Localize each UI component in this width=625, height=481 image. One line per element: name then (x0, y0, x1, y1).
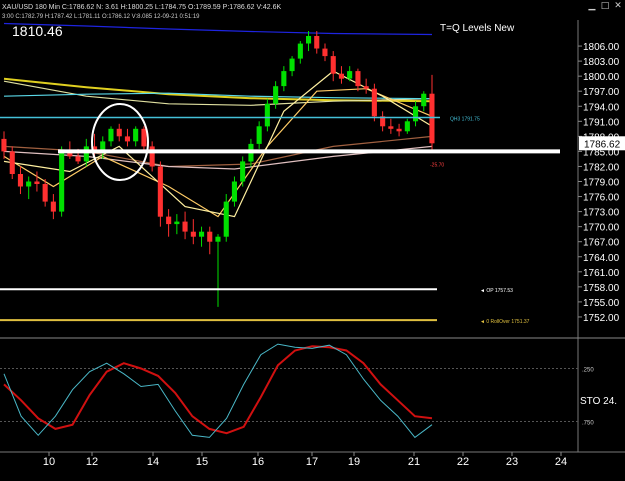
candle-body (50, 201, 56, 212)
candle-body (157, 166, 163, 217)
price-tick-label: 1755.00 (583, 298, 620, 309)
candle-body (75, 156, 81, 162)
price-tick-label: 1794.00 (583, 102, 620, 113)
candle-body (141, 128, 147, 147)
price-tick-label: 1800.00 (583, 72, 620, 83)
candle-body (231, 181, 237, 202)
candle-body (59, 151, 65, 212)
candle-body (215, 236, 221, 242)
price-tick-label: 1758.00 (583, 283, 620, 294)
study-title: T=Q Levels New (440, 23, 515, 34)
candle-body (199, 231, 205, 237)
time-tick-label: 21 (408, 456, 420, 468)
candle-body (116, 128, 122, 137)
level-label: ◄ OP 1757.53 (480, 288, 513, 294)
price-tick-label: 1779.00 (583, 178, 620, 189)
price-tick-label: 1806.00 (583, 42, 620, 53)
price-tick-label: 1797.00 (583, 87, 620, 98)
price-tick-label: 1767.00 (583, 238, 620, 249)
candle-body (355, 71, 361, 87)
close-icon[interactable]: ✕ (612, 0, 624, 12)
level-label: ◄ 0 RollOver 1751.37 (480, 319, 530, 325)
candle-body (281, 71, 287, 87)
candle-body (322, 48, 328, 57)
price-tick-label: 1770.00 (583, 223, 620, 234)
candle-body (363, 86, 369, 89)
candle-body (338, 73, 344, 79)
candle-body (42, 184, 48, 202)
time-tick-label: 23 (506, 456, 518, 468)
candle-body (108, 128, 114, 142)
candle-body (83, 146, 89, 162)
candle-body (174, 221, 180, 225)
maximize-icon[interactable]: □ (599, 0, 611, 12)
stochastic-tick-label: .750 (582, 421, 594, 427)
candle-body (330, 56, 336, 74)
annotation-label: -25.70 (430, 162, 444, 168)
candle-body (404, 121, 410, 132)
time-tick-label: 22 (457, 456, 469, 468)
price-tick-label: 1764.00 (583, 253, 620, 264)
price-tick-label: 1773.00 (583, 208, 620, 219)
price-tick-label: 1761.00 (583, 268, 620, 279)
candle-body (9, 151, 15, 174)
candle-body (124, 136, 130, 142)
time-tick-label: 10 (43, 456, 55, 468)
candle-body (223, 201, 229, 237)
price-tick-label: 1782.00 (583, 162, 620, 173)
level-label: QH3 1791.75 (450, 117, 480, 123)
candle-body (306, 36, 312, 44)
time-tick-label: 16 (252, 456, 264, 468)
candle-body (207, 231, 213, 242)
candle-body (289, 58, 295, 72)
candle-body (133, 128, 139, 142)
time-tick-label: 17 (306, 456, 318, 468)
price-tick-label: 1776.00 (583, 193, 620, 204)
candle-body (17, 174, 23, 187)
price-tick-label: 1791.00 (583, 117, 620, 128)
candle-body (429, 93, 435, 144)
time-tick-label: 15 (196, 456, 208, 468)
chart-background (0, 0, 625, 481)
candle-body (413, 106, 419, 122)
time-tick-label: 24 (555, 456, 567, 468)
stochastic-tick-label: .250 (582, 368, 594, 374)
candle-body (273, 86, 279, 104)
header-line-2: 3:00 C:1782.79 H:1787.42 L:1781.11 O:178… (2, 14, 200, 20)
last-price-label: 1786.62 (584, 139, 621, 150)
stochastic-value-label: STO 24. (580, 396, 617, 407)
candle-body (34, 181, 40, 184)
time-tick-label: 14 (147, 456, 159, 468)
candle-body (297, 43, 303, 59)
candle-body (166, 216, 172, 225)
candle-body (26, 181, 32, 187)
price-tick-label: 1752.00 (583, 313, 620, 324)
candle-body (314, 36, 320, 49)
candle-body (182, 221, 188, 232)
candle-body (388, 126, 394, 129)
minimize-icon[interactable]: ▁ (586, 0, 598, 12)
time-tick-label: 19 (348, 456, 360, 468)
time-tick-label: 12 (86, 456, 98, 468)
candle-body (1, 138, 7, 152)
candle-body (396, 128, 402, 132)
price-chart[interactable]: XAU/USD 180 Min C:1786.62 N: 3.61 H:1800… (0, 0, 625, 481)
candle-body (371, 88, 377, 117)
candle-body (240, 161, 246, 182)
price-tick-label: 1803.00 (583, 57, 620, 68)
candle-body (347, 71, 353, 79)
candle-body (190, 231, 196, 237)
header-line-1: XAU/USD 180 Min C:1786.62 N: 3.61 H:1800… (2, 4, 281, 11)
candle-body (256, 126, 262, 144)
candle-body (421, 93, 427, 107)
candle-body (264, 103, 270, 127)
